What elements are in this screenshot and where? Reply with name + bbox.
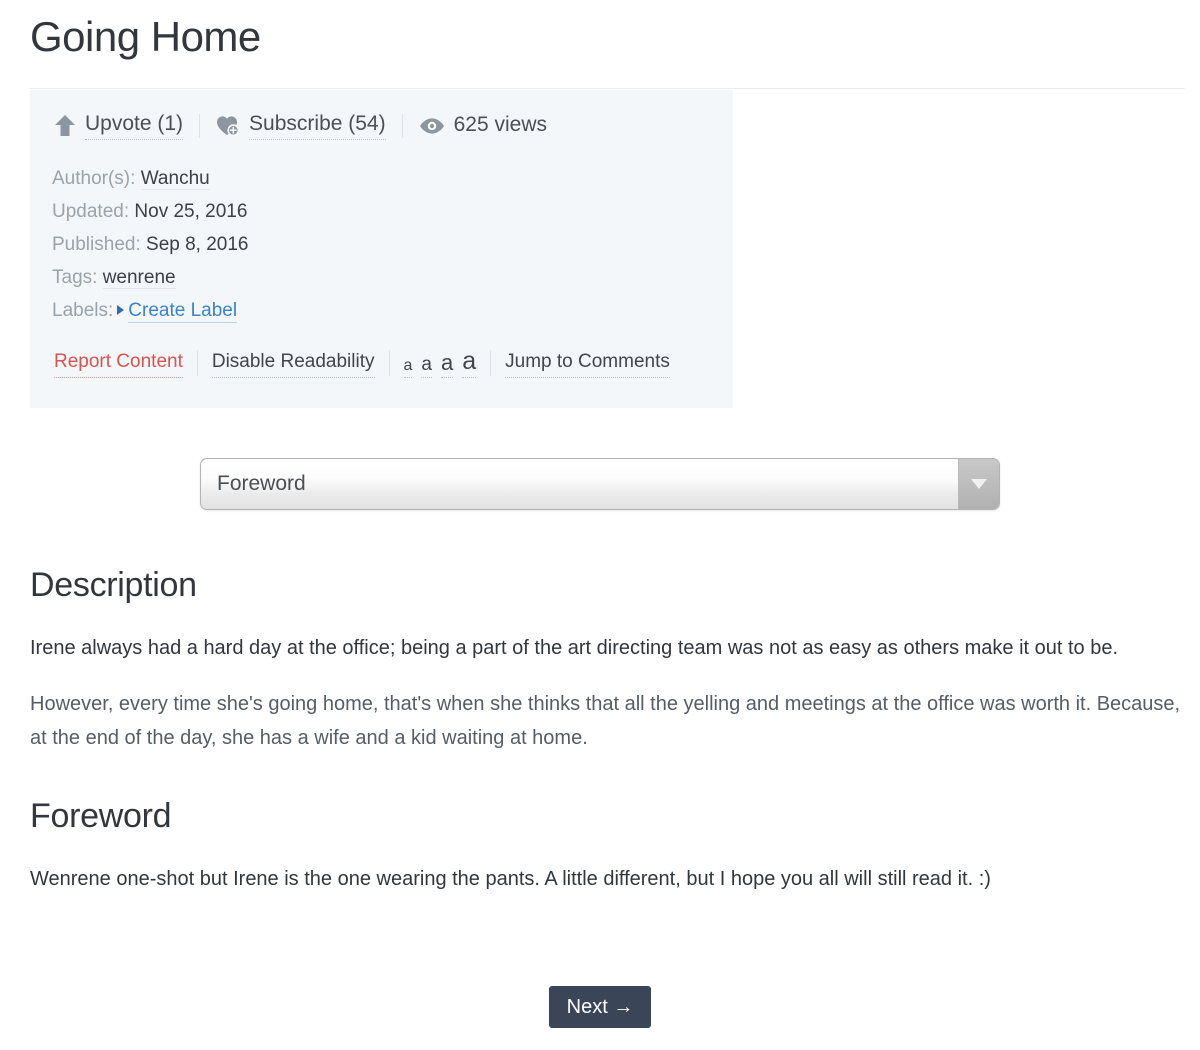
eye-icon — [419, 117, 445, 135]
report-content-button[interactable]: Report Content — [54, 351, 183, 378]
chapter-select-value: Foreword — [217, 472, 306, 495]
heart-plus-icon — [216, 115, 240, 137]
disable-readability-button[interactable]: Disable Readability — [211, 351, 375, 378]
page-title: Going Home — [30, 13, 261, 60]
article-page: Going Home Upvote (1) Subscribe (54) 625… — [0, 0, 1200, 1050]
view-count-label: 625 views — [453, 112, 547, 136]
title-divider — [30, 88, 1185, 89]
font-size-s-button[interactable]: a — [421, 355, 432, 378]
upvote-label: Upvote (1) — [85, 112, 184, 140]
upvote-arrow-icon — [54, 114, 76, 138]
author-label: Author(s): — [52, 168, 136, 189]
jump-to-comments-button[interactable]: Jump to Comments — [505, 351, 670, 378]
description-paragraph-2: However, every time she's going home, th… — [30, 693, 1181, 750]
published-value: Sep 8, 2016 — [146, 234, 249, 255]
updated-label: Updated: — [52, 201, 130, 222]
published-label: Published: — [52, 234, 141, 255]
tags-label: Tags: — [52, 267, 98, 288]
meta-row-updated: Updated: Nov 25, 2016 — [52, 195, 711, 228]
action-divider-2 — [401, 114, 403, 138]
article-tool-row: Report Content Disable Readability a a a… — [54, 349, 711, 378]
chapter-select[interactable]: Foreword — [200, 458, 1000, 510]
meta-list: Author(s): Wanchu Updated: Nov 25, 2016 … — [52, 162, 711, 327]
subscribe-label: Subscribe (54) — [249, 112, 386, 140]
tool-divider-2 — [388, 350, 390, 376]
chapter-select-wrapper: Foreword — [200, 458, 1000, 510]
font-size-l-button[interactable]: a — [462, 349, 477, 378]
view-count: 625 views — [419, 113, 547, 139]
meta-row-author: Author(s): Wanchu — [52, 162, 711, 195]
section-heading-description: Description — [30, 566, 197, 604]
article-content: Description Irene always had a hard day … — [30, 566, 1185, 896]
labels-label: Labels: — [52, 300, 114, 321]
meta-row-tags: Tags: wenrene — [52, 261, 711, 294]
foreword-paragraph-1: Wenrene one-shot but Irene is the one we… — [30, 868, 991, 891]
meta-row-labels: Labels: Create Label — [52, 294, 711, 327]
triangle-right-icon — [117, 305, 125, 315]
subscribe-button[interactable]: Subscribe (54) — [216, 112, 386, 140]
chevron-down-icon — [971, 479, 987, 489]
create-label-link[interactable]: Create Label — [128, 300, 238, 323]
chapter-select-arrow-button[interactable] — [958, 459, 999, 509]
tool-divider-3 — [490, 350, 492, 376]
upvote-button[interactable]: Upvote (1) — [54, 112, 184, 140]
tool-divider-1 — [196, 350, 198, 376]
action-divider-1 — [199, 114, 201, 138]
description-paragraph-1: Irene always had a hard day at the offic… — [30, 637, 1119, 660]
updated-value: Nov 25, 2016 — [134, 201, 248, 222]
article-meta-panel: Upvote (1) Subscribe (54) 625 views Auth… — [30, 90, 733, 408]
pagination-bar: Next → — [0, 986, 1200, 1028]
font-size-m-button[interactable]: a — [441, 352, 454, 378]
action-bar: Upvote (1) Subscribe (54) 625 views — [54, 106, 711, 146]
meta-row-published: Published: Sep 8, 2016 — [52, 228, 711, 261]
font-size-controls: a a a a — [403, 349, 477, 378]
section-heading-foreword: Foreword — [30, 797, 172, 836]
author-value[interactable]: Wanchu — [140, 168, 210, 190]
next-button[interactable]: Next → — [548, 986, 652, 1028]
tags-value[interactable]: wenrene — [102, 267, 176, 289]
font-size-xs-button[interactable]: a — [403, 358, 413, 378]
